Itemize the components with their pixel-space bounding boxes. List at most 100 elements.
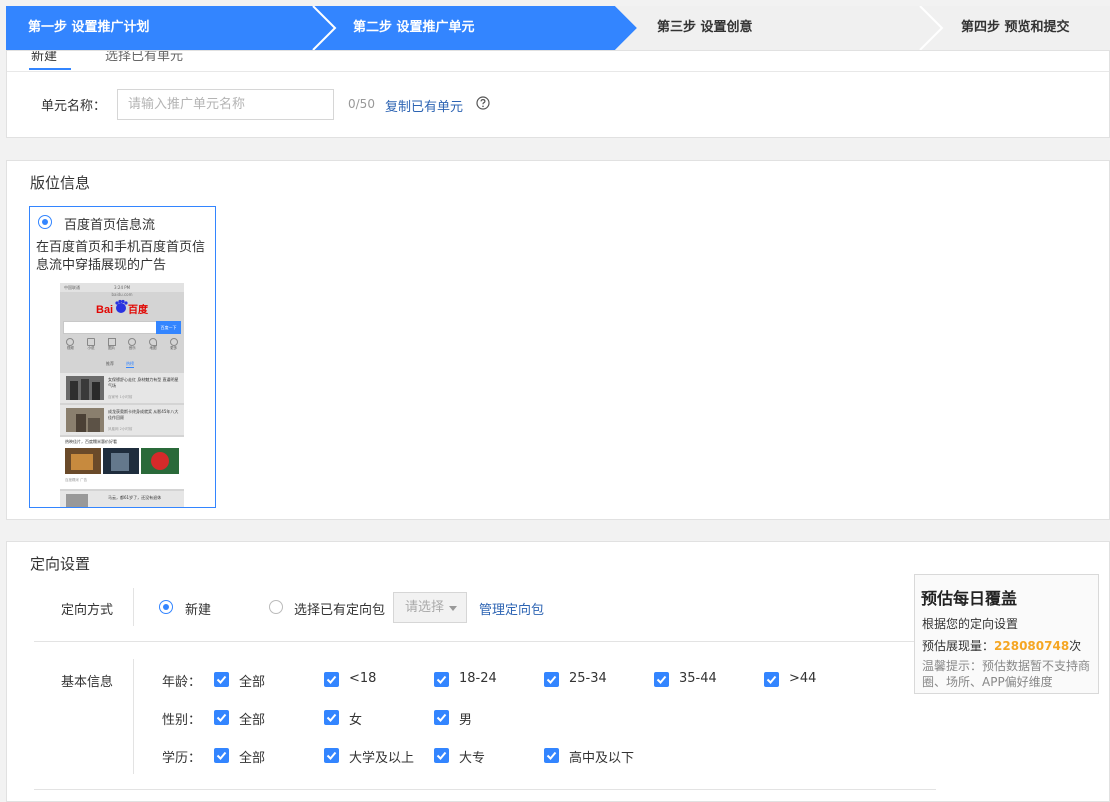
phone-preview-image: 中国联通 3:24 PM baidu.com Bai 百度 百度一下 视频 小说… [60,283,184,507]
phone-nav-row: 视频 小说 图片 音乐 地图 更多 [60,338,184,354]
checkmark-icon [216,713,227,722]
placement-option-title: 百度首页信息流 [64,218,156,233]
gender-option-label[interactable]: 女 [349,709,362,728]
checkmark-icon [326,713,337,722]
education-checkbox[interactable] [214,748,229,763]
gender-label: 性别： [162,713,202,728]
feed-ad-item: 热映佳片，百度糯米惠价好看 百度糯米 广告 [60,437,184,489]
placement-radio[interactable] [38,215,52,229]
news-title: 女保镖舒心走红 身材魅力有型 直逼明星气场 [108,377,179,388]
checkmark-icon [326,751,337,760]
age-option-label[interactable]: 35-44 [679,671,717,686]
education-option-label[interactable]: 全部 [239,747,265,766]
baidu-logo-text: 百度 [128,305,148,316]
estimate-impressions: 预估展现量：228080748次 [922,637,1081,654]
news-thumbnail [66,408,104,432]
phone-search-box [63,321,159,334]
manage-targeting-link[interactable]: 管理定向包 [479,599,544,618]
age-option-label[interactable]: >44 [789,671,816,686]
select-placeholder: 请选择 [405,600,445,615]
age-option-label[interactable]: 18-24 [459,671,497,686]
news-meta: 凤凰网 2小时前 [108,427,133,431]
method-existing-label[interactable]: 选择已有定向包 [294,599,385,618]
nav-item-icon: 图片 [107,338,116,354]
tab-existing-unit[interactable]: 选择已有单元 [105,51,183,64]
daily-coverage-estimate: 预估每日覆盖 根据您的定向设置 预估展现量：228080748次 温馨提示：预估… [914,574,1099,694]
age-checkbox[interactable] [764,672,779,687]
nav-item-icon: 音乐 [128,338,137,354]
status-time: 3:24 PM [114,285,131,290]
news-thumbnail [66,376,104,400]
method-new-label[interactable]: 新建 [185,599,211,618]
caret-down-icon [449,606,457,611]
age-checkbox[interactable] [654,672,669,687]
news-title: 马云，都61岁了，还没有退休 [108,495,162,500]
education-checkbox[interactable] [434,748,449,763]
method-existing-radio[interactable] [269,600,283,614]
nav-item-icon: 小说 [86,338,95,354]
step-3-label: 第三步 设置创意 [657,20,753,35]
copy-existing-unit-link[interactable]: 复制已有单元 [385,96,463,115]
gender-option-label[interactable]: 男 [459,709,472,728]
education-option-label[interactable]: 大专 [459,747,485,766]
impressions-unit: 次 [1069,639,1082,653]
step-progress-bar: 第一步 设置推广计划 第二步 设置推广单元 第三步 设置创意 第四步 预览和提交 [6,6,1110,50]
gender-option-label[interactable]: 全部 [239,709,265,728]
placement-option-description: 在百度首页和手机百度首页信息流中穿插展现的广告 [36,240,206,273]
feed-item: 马云，都61岁了，还没有退休 [60,491,184,507]
gender-checkbox[interactable] [324,710,339,725]
impressions-value: 228080748 [994,639,1070,653]
age-option-label[interactable]: 全部 [239,671,265,690]
step-1-label[interactable]: 第一步 设置推广计划 [28,6,150,50]
method-new-radio[interactable] [159,600,173,614]
impressions-label: 预估展现量： [922,639,995,653]
age-option-label[interactable]: <18 [349,671,376,686]
age-checkbox[interactable] [434,672,449,687]
news-thumbnail [66,494,88,507]
baidu-logo-icon: Bai 百度 [96,299,152,317]
education-option-label[interactable]: 高中及以下 [569,747,634,766]
placement-option-baidu-feed[interactable]: 百度首页信息流 在百度首页和手机百度首页信息流中穿插展现的广告 中国联通 3:2… [29,206,216,508]
active-tab-underline [29,68,71,70]
checkmark-icon [436,675,447,684]
age-checkbox[interactable] [544,672,559,687]
gender-checkbox[interactable] [434,710,449,725]
phone-feed-tabs: 推荐 热榜 [60,361,184,370]
age-checkbox[interactable] [214,672,229,687]
checkmark-icon [436,751,447,760]
nav-item-icon: 视频 [66,338,75,354]
age-label: 年龄： [162,675,202,690]
targeting-package-select[interactable]: 请选择 [393,592,467,623]
estimate-subtitle: 根据您的定向设置 [922,617,1019,631]
unit-name-input[interactable] [117,89,334,120]
nav-item-icon: 更多 [169,338,178,354]
placement-panel: 版位信息 百度首页信息流 在百度首页和手机百度首页信息流中穿插展现的广告 中国联… [6,160,1110,520]
feed-tab-b: 热榜 [126,361,134,368]
targeting-section-title: 定向设置 [30,555,91,573]
checkmark-icon [766,675,777,684]
tab-new-unit[interactable]: 新建 [31,51,71,65]
age-option-label[interactable]: 25-34 [569,671,607,686]
stepper-background [6,6,1110,50]
ad-meta: 百度糯米 广告 [65,478,88,482]
news-meta: 百家号 1小时前 [108,395,133,399]
checkmark-icon [326,675,337,684]
step-2-label[interactable]: 第二步 设置推广单元 [353,6,475,50]
education-option-label[interactable]: 大学及以上 [349,747,414,766]
status-carrier: 中国联通 [64,285,80,290]
education-checkbox[interactable] [544,748,559,763]
question-circle-icon[interactable] [476,96,490,110]
checkmark-icon [436,713,447,722]
age-checkbox[interactable] [324,672,339,687]
education-checkbox[interactable] [324,748,339,763]
unit-name-label: 单元名称： [41,99,107,114]
divider [34,789,936,790]
checkmark-icon [656,675,667,684]
gender-checkbox[interactable] [214,710,229,725]
news-title: 成龙获奥斯卡终身成就奖 从影45年八大佳作回顾 [108,409,179,420]
basic-info-label: 基本信息 [61,675,114,690]
estimate-title: 预估每日覆盖 [921,589,1018,608]
feed-item: 成龙获奥斯卡终身成就奖 从影45年八大佳作回顾 凤凰网 2小时前 [60,405,184,435]
estimate-tip: 温馨提示：预估数据暂不支持商圈、场所、APP偏好维度 [922,659,1091,689]
phone-search-button: 百度一下 [156,321,181,334]
